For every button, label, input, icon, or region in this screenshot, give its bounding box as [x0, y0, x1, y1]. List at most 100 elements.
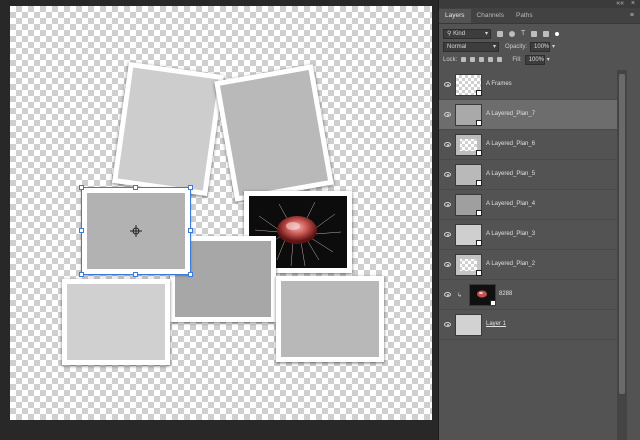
layer-name[interactable]: A Layered_Plan_2: [486, 261, 535, 267]
layer-row[interactable]: A Layered_Plan_2: [439, 250, 617, 280]
layer-row[interactable]: A Layered_Plan_5: [439, 160, 617, 190]
layer-row[interactable]: A Frames: [439, 70, 617, 100]
layer-name[interactable]: A Layered_Plan_6: [486, 141, 535, 147]
layer-name[interactable]: A Layered_Plan_4: [486, 201, 535, 207]
layer-name[interactable]: Layer 1: [486, 321, 506, 327]
visibility-eye-icon[interactable]: [444, 262, 451, 267]
layer-name[interactable]: A Frames: [486, 81, 512, 87]
scrollbar-thumb[interactable]: [619, 74, 625, 394]
visibility-eye-icon[interactable]: [444, 142, 451, 147]
photo-frame-2[interactable]: [214, 64, 334, 202]
layer-thumbnail: [455, 224, 482, 246]
photo-frame-1[interactable]: [111, 61, 225, 197]
lock-brush-icon[interactable]: [470, 57, 476, 62]
fill-slider-icon[interactable]: ▾: [547, 56, 550, 63]
layer-name[interactable]: A Layered_Plan_5: [486, 171, 535, 177]
fill-input[interactable]: 100%: [524, 54, 545, 65]
filter-toggle-icon[interactable]: [555, 31, 560, 36]
smart-object-badge-icon: [476, 120, 482, 126]
layer-row[interactable]: A Layered_Plan_3: [439, 220, 617, 250]
layer-thumbnail: [469, 284, 496, 306]
visibility-eye-icon[interactable]: [444, 202, 451, 207]
lock-transparent-icon[interactable]: [461, 57, 467, 62]
adjustment-filter-icon[interactable]: [509, 30, 515, 37]
lock-move-icon[interactable]: [479, 57, 485, 62]
close-icon[interactable]: ×: [631, 0, 635, 8]
layer-thumbnail: [455, 134, 482, 156]
opacity-input[interactable]: 100%: [530, 41, 551, 52]
layer-row[interactable]: A Layered_Plan_7: [439, 100, 617, 130]
lock-label: Lock:: [443, 56, 458, 63]
transform-handle-tm[interactable]: [133, 185, 138, 190]
collapse-icon[interactable]: ««: [616, 0, 624, 8]
kind-filter-label: Kind: [453, 30, 466, 37]
kind-filter-dropdown[interactable]: ⚲ Kind ▾: [443, 28, 491, 39]
layers-scrollbar[interactable]: [617, 70, 627, 440]
lock-all-icon[interactable]: [497, 57, 503, 62]
smart-object-badge-icon: [476, 240, 482, 246]
visibility-eye-icon[interactable]: [444, 82, 451, 87]
layer-name[interactable]: 8288: [499, 291, 512, 297]
layer-name[interactable]: A Layered_Plan_7: [486, 111, 535, 117]
transform-handle-bm[interactable]: [133, 272, 138, 277]
document-canvas[interactable]: [10, 6, 432, 420]
layer-row[interactable]: ↳ 8288: [439, 280, 617, 310]
visibility-eye-icon[interactable]: [444, 172, 451, 177]
filter-row: ⚲ Kind ▾ T: [439, 27, 640, 40]
smart-object-badge-icon: [476, 150, 482, 156]
transform-handle-tl[interactable]: [79, 185, 84, 190]
layer-thumbnail: [455, 74, 482, 96]
layer-thumbnail: [455, 194, 482, 216]
visibility-eye-icon[interactable]: [444, 112, 451, 117]
blend-mode-value: Normal: [447, 43, 467, 50]
chevron-down-icon: ▾: [492, 43, 496, 50]
crosshair-icon: [130, 225, 142, 237]
transform-handle-mr[interactable]: [188, 228, 193, 233]
chevron-down-icon: ▾: [484, 30, 488, 37]
search-icon: ⚲: [447, 30, 452, 37]
layer-thumbnail: [455, 314, 482, 336]
visibility-eye-icon[interactable]: [444, 322, 451, 327]
transform-handle-tr[interactable]: [188, 185, 193, 190]
transform-handle-ml[interactable]: [79, 228, 84, 233]
transform-handle-bl[interactable]: [79, 272, 84, 277]
shape-filter-icon[interactable]: [531, 30, 538, 37]
smart-object-filter-icon[interactable]: [543, 30, 550, 37]
opacity-label: Opacity:: [505, 43, 528, 50]
tab-layers[interactable]: Layers: [439, 9, 471, 23]
lock-row: Lock: Fill: 100% ▾: [439, 53, 640, 66]
photo-frame-4[interactable]: [62, 279, 170, 365]
fill-value: 100%: [528, 56, 545, 63]
photo-frame-5[interactable]: [276, 276, 384, 362]
photo-frame-selected[interactable]: [79, 185, 193, 277]
pixel-filter-icon[interactable]: [497, 30, 503, 37]
layer-row[interactable]: A Layered_Plan_6: [439, 130, 617, 160]
layer-thumbnail: [455, 254, 482, 276]
lock-artboard-icon[interactable]: [488, 57, 494, 62]
layer-row[interactable]: Layer 1: [439, 310, 617, 340]
smart-object-badge-icon: [476, 180, 482, 186]
layer-row[interactable]: A Layered_Plan_4: [439, 190, 617, 220]
panel-titlebar: «« ×: [439, 0, 640, 8]
panel-menu-icon[interactable]: ≡: [630, 12, 634, 19]
layer-name[interactable]: A Layered_Plan_3: [486, 231, 535, 237]
transform-handle-br[interactable]: [188, 272, 193, 277]
layers-list: A Frames A Layered_Plan_7 A Layered_Plan…: [439, 70, 617, 340]
photoshop-window: «« × Layers Channels Paths ≡ ⚲ Kind ▾ T …: [0, 0, 640, 440]
smart-object-badge-icon: [476, 270, 482, 276]
clipping-mask-icon: ↳: [457, 293, 463, 299]
canvas-bottom-bar: [0, 422, 432, 440]
tab-paths[interactable]: Paths: [510, 9, 539, 23]
visibility-eye-icon[interactable]: [444, 292, 451, 297]
layer-thumbnail: [455, 164, 482, 186]
blend-row: Normal ▾ Opacity: 100% ▾: [439, 40, 640, 53]
layers-panel: «« × Layers Channels Paths ≡ ⚲ Kind ▾ T …: [438, 0, 640, 440]
smart-object-badge-icon: [476, 90, 482, 96]
visibility-eye-icon[interactable]: [444, 232, 451, 237]
opacity-slider-icon[interactable]: ▾: [552, 43, 555, 50]
fill-label: Fill:: [512, 56, 522, 63]
tab-channels[interactable]: Channels: [471, 9, 510, 23]
layer-thumbnail: [455, 104, 482, 126]
blend-mode-dropdown[interactable]: Normal ▾: [443, 41, 499, 52]
type-filter-icon[interactable]: T: [521, 30, 525, 37]
